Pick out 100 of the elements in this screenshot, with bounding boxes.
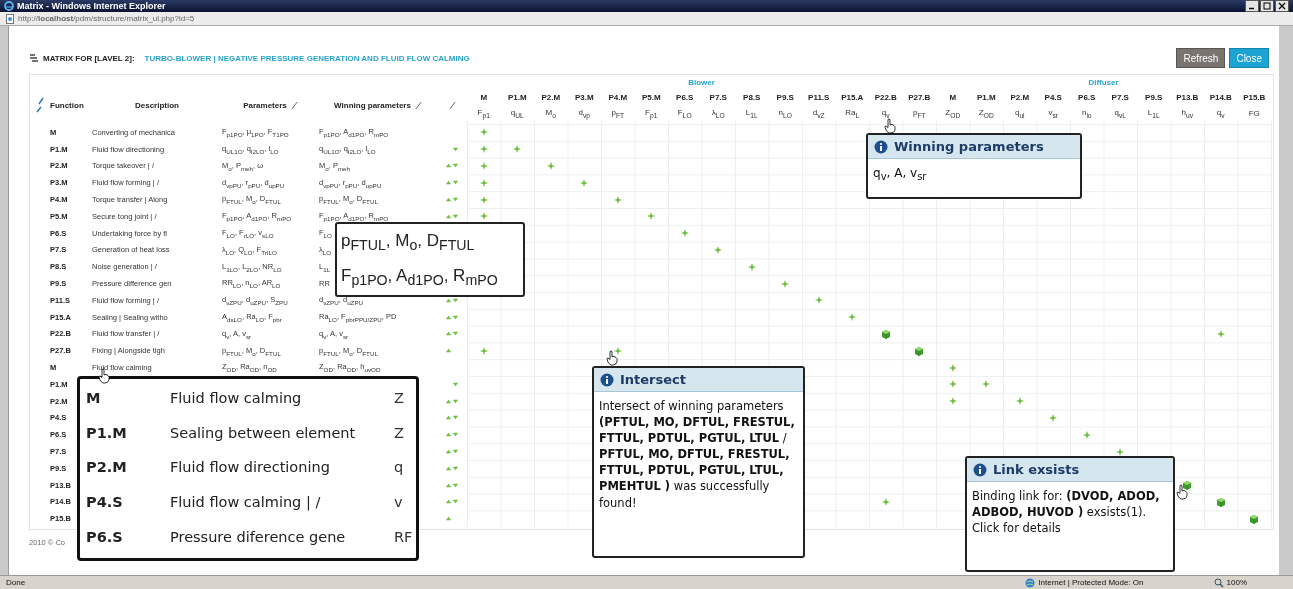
link-mark-icon[interactable] <box>613 195 622 204</box>
maximize-button[interactable] <box>1260 0 1274 12</box>
cube-icon[interactable] <box>880 328 891 339</box>
edit-icon[interactable] <box>36 97 44 113</box>
tooltip-title: Intersect <box>620 372 686 387</box>
column-code: P3.M <box>574 92 594 102</box>
maximize-icon <box>1263 2 1271 10</box>
description-text: Fluid flow calming <box>170 390 303 407</box>
edit-icon[interactable] <box>414 100 422 110</box>
column-symbol: d$_{vZ}$ <box>812 107 825 119</box>
column-symbol: F$_{p1}$ <box>645 107 658 119</box>
column-code: P7.S <box>1111 92 1129 102</box>
description-text: Sealing between element <box>170 424 357 441</box>
column-symbol: d$_{vp}$ <box>578 107 590 119</box>
column-group-label: Blower <box>688 77 715 87</box>
column-header: Winning parameters <box>334 100 411 110</box>
link-mark-icon[interactable] <box>479 128 488 137</box>
tooltip-title: Link exsists <box>993 462 1080 477</box>
link-mark-icon[interactable] <box>479 212 488 221</box>
column-header: Description <box>135 100 179 110</box>
close-icon <box>1278 2 1286 10</box>
column-code: M <box>949 92 957 102</box>
function-code: P6.S <box>86 528 124 545</box>
info-icon <box>973 462 987 477</box>
link-mark-icon[interactable] <box>982 380 991 389</box>
link-mark-icon[interactable] <box>1015 397 1024 406</box>
cube-icon[interactable] <box>914 345 925 356</box>
status-text: Done <box>6 578 26 587</box>
link-mark-icon[interactable] <box>479 195 488 204</box>
link-mark-icon[interactable] <box>613 346 622 355</box>
link-mark-icon[interactable] <box>948 363 957 372</box>
column-symbol: h$_{uv}$ <box>1181 107 1193 119</box>
link-mark-icon[interactable] <box>948 397 957 406</box>
cube-icon[interactable] <box>1215 496 1226 507</box>
link-mark-icon[interactable] <box>580 178 589 187</box>
close-button[interactable] <box>1275 0 1289 12</box>
tooltip-text: q$_{v}$, A, v$_{sr}$ <box>873 166 927 180</box>
link-mark-icon[interactable] <box>647 212 656 221</box>
column-code: P9.S <box>1145 92 1163 102</box>
link-mark-icon[interactable] <box>848 313 857 322</box>
column-symbol: q$_{UL}$ <box>510 107 524 119</box>
link-mark-icon[interactable] <box>1216 329 1225 338</box>
column-group-label: Diffuser <box>1088 77 1119 87</box>
page-icon <box>6 13 14 24</box>
parameters-text: RF <box>394 528 413 545</box>
heading-label: MATRIX FOR [LAVEL 2]: <box>43 53 135 63</box>
column-code: P22.B <box>874 92 897 102</box>
zoom-level[interactable]: 100% <box>1226 578 1247 587</box>
refresh-button[interactable]: Refresh <box>1176 48 1226 68</box>
column-code: P2.M <box>541 92 561 102</box>
parameters-text: v <box>394 494 403 511</box>
function-code: P2.M <box>86 459 128 476</box>
column-symbol: q$_{ul}$ <box>1014 107 1025 119</box>
minimize-button[interactable] <box>1245 0 1259 12</box>
link-mark-icon[interactable] <box>714 245 723 254</box>
function-code: P1.M <box>86 424 128 441</box>
address-field[interactable]: http://localhost/pdm/structure/matrix_ul.php?id=5 <box>18 14 195 23</box>
browser-icon <box>4 1 14 11</box>
column-header: Parameters <box>243 100 287 110</box>
link-mark-icon[interactable] <box>479 178 488 187</box>
link-mark-icon[interactable] <box>948 380 957 389</box>
edit-icon[interactable] <box>448 100 456 110</box>
tooltip-text: Intersect of winning parameters (PFTUL, MO, DFTUL, FRESTUL, FTTUL, PDTUL, PGTUL, LTUL / PFTUL, MO, DFTUL, FRESTUL, FTTUL, PDTUL, PGTUL, LTUL, PMEHTUL ) was successfully found! <box>599 399 795 510</box>
function-code: P4.S <box>86 494 124 511</box>
column-symbol: FG <box>1248 108 1260 118</box>
link-mark-icon[interactable] <box>881 497 890 506</box>
link-mark-icon[interactable] <box>1049 413 1058 422</box>
edit-icon[interactable] <box>290 100 298 110</box>
column-code: P1.M <box>507 92 527 102</box>
column-code: P11.S <box>808 92 830 102</box>
link-mark-icon[interactable] <box>814 296 823 305</box>
move-down-icon[interactable] <box>452 296 459 304</box>
column-symbol: q$_{v}$ <box>881 107 890 119</box>
column-code: P2.M <box>1010 92 1030 102</box>
link-mark-icon[interactable] <box>479 346 488 355</box>
link-mark-icon[interactable] <box>513 145 522 154</box>
zoom-icon <box>1213 577 1224 588</box>
link-mark-icon[interactable] <box>479 162 488 170</box>
tooltip-text: Binding link for: (DVOD, ADOD, ADBOD, HUVOD ) exsists(1). Click for details <box>972 489 1160 536</box>
link-mark-icon[interactable] <box>479 145 488 154</box>
heading-title: TURBO-BLOWER | NEGATIVE PRESSURE GENERATION AND FLUID FLOW CALMING <box>144 53 470 63</box>
column-symbol: q$_{vL}$ <box>1114 107 1126 119</box>
close-button[interactable]: Close <box>1229 48 1269 68</box>
info-icon <box>600 372 614 387</box>
move-up-icon[interactable] <box>445 296 452 304</box>
link-mark-icon[interactable] <box>680 229 689 238</box>
link-mark-icon[interactable] <box>1116 447 1125 456</box>
cube-icon[interactable] <box>1182 480 1193 491</box>
link-mark-icon[interactable] <box>1082 430 1091 439</box>
link-mark-icon[interactable] <box>546 162 555 170</box>
column-code: P5.M <box>641 92 661 102</box>
parameter-line: p$_{FTUL}$, M$_{o}$, D$_{FTUL}$ <box>341 230 476 253</box>
link-mark-icon[interactable] <box>747 262 756 271</box>
globe-icon <box>1025 577 1036 588</box>
description-text: Fluid flow calming | / <box>170 494 322 511</box>
cube-icon[interactable] <box>1249 513 1260 524</box>
column-symbol: Ra$_{L}$ <box>845 107 860 119</box>
link-mark-icon[interactable] <box>781 279 790 288</box>
column-symbol: v$_{sr}$ <box>1048 107 1058 119</box>
column-code: P27.B <box>908 92 931 102</box>
